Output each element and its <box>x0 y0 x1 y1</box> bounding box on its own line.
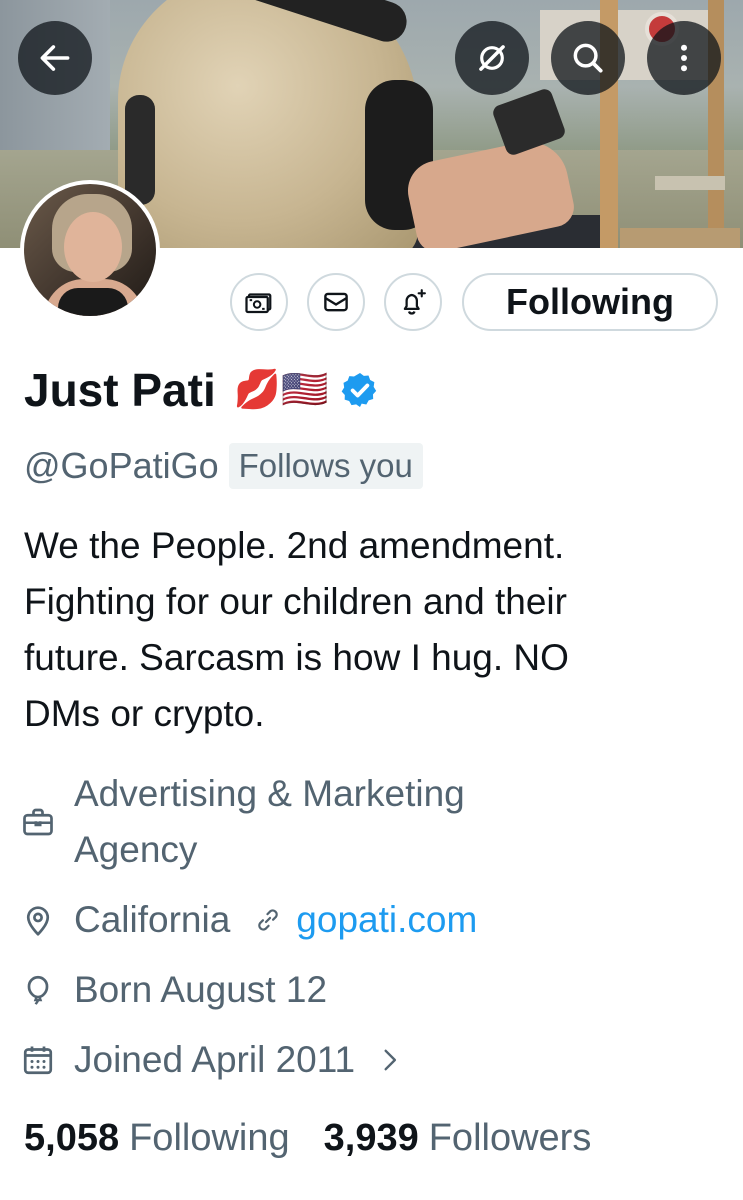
search-button[interactable] <box>551 21 625 95</box>
bio-line: Fighting for our children and their <box>24 581 567 622</box>
search-icon <box>573 43 603 73</box>
profile-bio: We the People. 2nd amendment. Fighting f… <box>24 518 714 742</box>
avatar[interactable] <box>20 180 160 320</box>
back-button[interactable] <box>18 21 92 95</box>
balloon-icon <box>27 975 49 1005</box>
more-vertical-icon <box>680 44 688 72</box>
bio-line: DMs or crypto. <box>24 693 265 734</box>
verified-badge-icon[interactable] <box>340 370 380 410</box>
arrow-left-icon <box>40 45 70 71</box>
location-website-row: California gopati.com <box>20 892 477 948</box>
bio-line: future. Sarcasm is how I hug. NO <box>24 637 569 678</box>
bio-line: We the People. 2nd amendment. <box>24 525 565 566</box>
birthday-row: Born August 12 <box>20 962 327 1018</box>
display-name: Just Pati <box>24 364 216 416</box>
follow-stats: 5,058 Following 3,939 Followers <box>24 1110 591 1166</box>
profile-category: Advertising & Marketing Agency <box>20 766 465 878</box>
following-stat[interactable]: 5,058 Following <box>24 1117 290 1160</box>
location-pin-icon <box>26 906 50 936</box>
briefcase-icon <box>23 808 53 836</box>
followers-stat[interactable]: 3,939 Followers <box>324 1117 592 1160</box>
tip-button[interactable] <box>230 273 288 331</box>
more-button[interactable] <box>647 21 721 95</box>
website-link[interactable]: gopati.com <box>296 899 477 941</box>
user-handle: @GoPatiGo <box>24 445 219 486</box>
chevron-right-icon <box>384 1049 397 1071</box>
category-line: Agency <box>74 829 198 870</box>
category-line: Advertising & Marketing <box>74 773 465 814</box>
following-button[interactable]: Following <box>462 273 718 331</box>
following-label: Following <box>129 1116 290 1159</box>
bell-plus-icon <box>403 289 426 315</box>
birthday-text: Born August 12 <box>74 969 328 1010</box>
money-icon <box>245 293 272 314</box>
grok-icon <box>479 45 505 71</box>
follows-you-badge: Follows you <box>228 443 423 489</box>
handle-row: @GoPatiGo Follows you <box>24 440 423 492</box>
grok-button[interactable] <box>455 21 529 95</box>
following-count: 5,058 <box>24 1116 120 1159</box>
followers-count: 3,939 <box>323 1116 419 1159</box>
profile-name-row: Just Pati 💋🇺🇸 <box>24 360 380 420</box>
notify-button[interactable] <box>384 273 442 331</box>
calendar-icon <box>23 1046 53 1075</box>
mail-icon <box>324 292 348 312</box>
joined-row[interactable]: Joined April 2011 <box>20 1032 403 1088</box>
joined-text: Joined April 2011 <box>74 1039 356 1080</box>
link-icon <box>258 909 279 931</box>
message-button[interactable] <box>307 273 365 331</box>
name-emoji: 💋🇺🇸 <box>233 369 329 411</box>
followers-label: Followers <box>428 1116 592 1159</box>
location-text: California <box>74 899 231 940</box>
